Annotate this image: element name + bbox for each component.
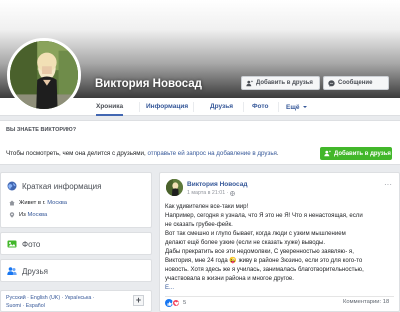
post-line: делают ещё более узкие (если не сказать … — [165, 240, 326, 247]
post-line: Дабы прекратить все эти недомолвки, С ув… — [165, 249, 354, 256]
messenger-icon — [328, 79, 335, 87]
intro-card: Краткая информация Живет в г. Москва Из … — [0, 172, 152, 228]
add-friend-label: Добавить в друзья — [256, 80, 313, 86]
tab-divider — [243, 102, 244, 112]
know-title: ВЫ ЗНАЕТЕ ВИКТОРИЮ? — [6, 127, 77, 133]
tab-divider — [139, 102, 140, 112]
intro-from: Из Москва — [9, 212, 47, 218]
friends-title: Друзья — [22, 266, 48, 276]
post-text: Как удивителен все-таки мир! Например, с… — [165, 203, 395, 293]
post-line: не сказать грубее-фейк. — [165, 222, 233, 229]
location-pin-icon — [9, 212, 15, 218]
add-language-button[interactable]: + — [133, 295, 144, 306]
home-icon — [9, 200, 15, 206]
tab-timeline[interactable]: Хроника — [96, 98, 124, 116]
tab-photos[interactable]: Фото — [252, 98, 268, 116]
intro-header: Краткая информация — [7, 181, 101, 191]
know-text-end: . — [276, 150, 279, 157]
post-divider — [165, 296, 394, 297]
know-user-box: ВЫ ЗНАЕТЕ ВИКТОРИЮ? Чтобы посмотреть, че… — [0, 120, 400, 165]
know-add-friend-label: Добавить в друзья — [334, 150, 391, 157]
lives-in-prefix: Живет в г. — [19, 200, 46, 206]
tab-info[interactable]: Информация — [146, 98, 188, 116]
post-line: новость. Хотя здесь же я училась, занима… — [165, 267, 364, 274]
from-city-link[interactable]: Москва — [27, 212, 47, 218]
post-timestamp[interactable]: 1 марта в 21:01 · — [187, 190, 236, 196]
from-prefix: Из — [19, 212, 26, 218]
post-avatar-photo — [166, 179, 183, 196]
add-friend-icon — [246, 79, 253, 86]
post-date-text: 1 марта в 21:01 · — [187, 190, 229, 196]
thumbs-up-icon — [167, 301, 172, 306]
friend-request-link[interactable]: отправьте ей запрос на добавление в друз… — [147, 150, 276, 157]
comments-count[interactable]: Комментарии: 18 — [343, 299, 389, 305]
timeline-post: Виктория Новосад 1 марта в 21:01 · ··· К… — [159, 172, 400, 312]
public-globe-icon — [230, 190, 236, 196]
photos-title: Фото — [22, 239, 41, 249]
add-friend-icon — [324, 150, 331, 157]
post-author-name[interactable]: Виктория Новосад — [187, 181, 247, 188]
language-line-1[interactable]: Русский · English (UK) · Українська · — [6, 295, 126, 303]
see-more-link[interactable]: Е... — [165, 285, 174, 291]
photos-header: Фото — [7, 239, 40, 249]
post-author-avatar[interactable] — [166, 179, 183, 196]
tab-more-label: Ещё — [286, 103, 300, 111]
heart-icon — [173, 301, 179, 305]
tab-divider — [193, 102, 194, 112]
message-label: Сообщение — [338, 80, 373, 86]
post-line: Например, сегодня я узнала, что Я это не… — [165, 213, 363, 220]
know-text-prefix: Чтобы посмотреть, чем она делится с друз… — [6, 150, 148, 157]
avatar-photo — [10, 41, 78, 109]
tab-more[interactable]: Ещё — [286, 98, 308, 116]
post-reactions[interactable]: 5 — [165, 299, 186, 307]
intro-lives-in: Живет в г. Москва — [9, 200, 67, 206]
tab-divider — [278, 102, 279, 112]
friends-card[interactable]: Друзья — [0, 259, 152, 282]
add-friend-button[interactable]: Добавить в друзья — [241, 76, 320, 90]
post-line: Виктория, мне 24 года 😜 живу в районе Зю… — [165, 258, 363, 265]
profile-avatar[interactable] — [7, 38, 81, 112]
chevron-down-icon — [303, 106, 308, 108]
languages-card: Русский · English (UK) · Українська · Su… — [0, 290, 152, 312]
love-reaction-icon — [172, 299, 180, 307]
post-options-icon[interactable]: ··· — [384, 180, 392, 189]
know-add-friend-button[interactable]: Добавить в друзья — [320, 147, 392, 160]
friends-icon — [7, 267, 17, 275]
post-line: участвовала в жизни района и многое друг… — [165, 276, 294, 283]
globe-icon — [7, 181, 17, 191]
post-line: Как удивителен все-таки мир! — [165, 204, 249, 210]
post-line: Вот так смешно и глупо бывает, когда люд… — [165, 231, 346, 238]
know-text: Чтобы посмотреть, чем она делится с друз… — [6, 150, 279, 157]
post-line-ellipsis: Е... — [165, 284, 395, 293]
tab-friends[interactable]: Друзья — [210, 98, 233, 116]
profile-name[interactable]: Виктория Новосад — [95, 78, 202, 90]
intro-title: Краткая информация — [22, 181, 102, 191]
message-button[interactable]: Сообщение — [323, 76, 389, 90]
language-list[interactable]: Русский · English (UK) · Українська · Su… — [6, 295, 126, 310]
photos-card[interactable]: Фото — [0, 232, 152, 255]
reactions-count: 5 — [183, 300, 187, 306]
photo-icon — [7, 240, 17, 248]
language-line-2[interactable]: Suomi · Español — [6, 303, 126, 311]
friends-header: Друзья — [7, 266, 48, 276]
lives-in-city-link[interactable]: Москва — [47, 200, 67, 206]
